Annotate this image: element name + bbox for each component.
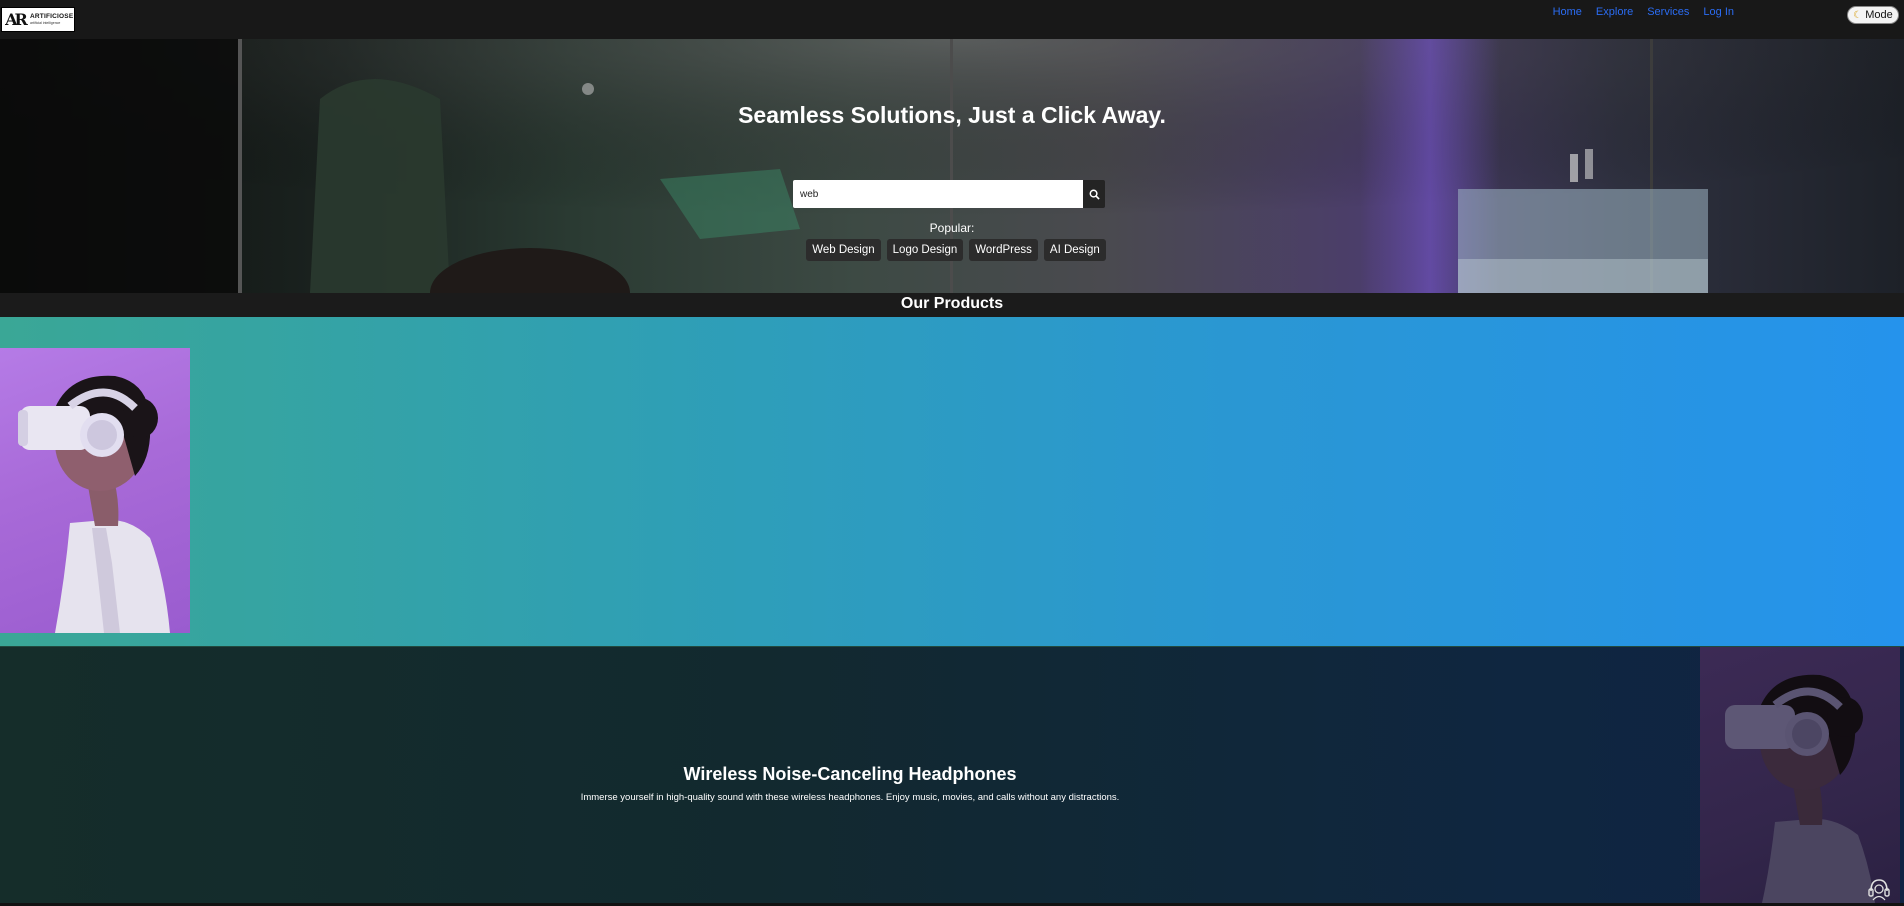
search-bar xyxy=(793,180,1105,208)
tag-logo-design[interactable]: Logo Design xyxy=(886,239,964,261)
search-input[interactable] xyxy=(793,180,1083,208)
logo-name: ARTIFICIOSE xyxy=(30,13,74,20)
tag-web-design[interactable]: Web Design xyxy=(806,239,881,261)
navbar: AR ARTIFICIOSE artificial intelligence H… xyxy=(0,0,1904,40)
product-card xyxy=(0,317,1904,646)
vr-woman-illustration xyxy=(1725,674,1875,903)
nav-link-login[interactable]: Log In xyxy=(1703,6,1734,18)
nav-link-services[interactable]: Services xyxy=(1647,6,1689,18)
tag-wordpress[interactable]: WordPress xyxy=(969,239,1038,261)
search-icon xyxy=(1089,189,1100,200)
product-card: Wireless Noise-Canceling Headphones Imme… xyxy=(0,646,1904,903)
vr-woman-illustration xyxy=(18,375,170,633)
product-title: Wireless Noise-Canceling Headphones xyxy=(683,764,1017,784)
product-image xyxy=(1700,647,1900,903)
product-image xyxy=(0,348,190,633)
site-logo[interactable]: AR ARTIFICIOSE artificial intelligence xyxy=(1,7,75,32)
products-heading: Our Products xyxy=(0,293,1904,317)
popular-label: Popular: xyxy=(929,221,975,235)
nav-link-explore[interactable]: Explore xyxy=(1596,6,1633,18)
nav-link-home[interactable]: Home xyxy=(1553,6,1582,18)
mode-toggle-button[interactable]: ☾ Mode xyxy=(1847,6,1899,24)
hero-title: Seamless Solutions, Just a Click Away. xyxy=(738,102,1166,128)
moon-icon: ☾ xyxy=(1853,9,1863,21)
nav-links: Home Explore Services Log In xyxy=(1539,6,1734,18)
logo-tagline: artificial intelligence xyxy=(30,21,61,25)
product-description: Immerse yourself in high-quality sound w… xyxy=(580,792,1120,803)
tag-ai-design[interactable]: AI Design xyxy=(1043,239,1106,261)
hero-section: Seamless Solutions, Just a Click Away. P… xyxy=(0,39,1904,293)
mode-button-label: Mode xyxy=(1865,9,1893,21)
headset-support-icon[interactable] xyxy=(1866,877,1892,901)
search-button[interactable] xyxy=(1083,180,1105,208)
popular-tags: Web Design Logo Design WordPress AI Desi… xyxy=(0,239,1904,261)
logo-mark: AR xyxy=(5,10,28,29)
